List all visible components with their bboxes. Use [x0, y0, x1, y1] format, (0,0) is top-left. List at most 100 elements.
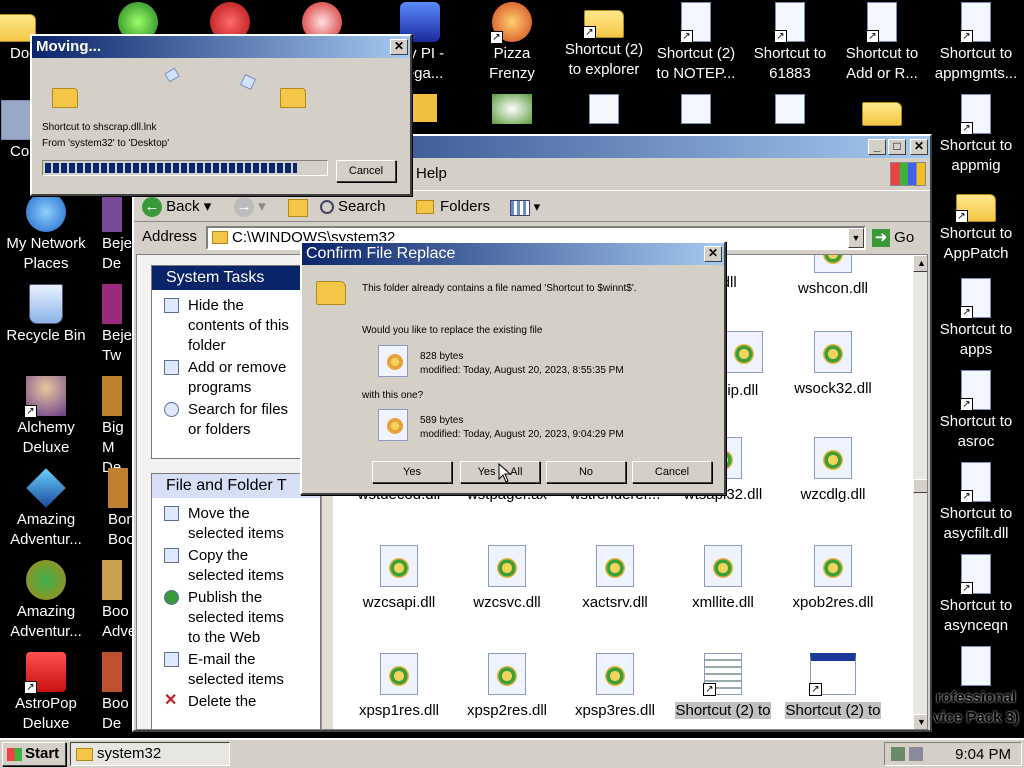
shortcut-arrow-icon: ↗	[960, 122, 973, 135]
dll-file-icon	[589, 94, 619, 124]
notepad-icon: ↗	[680, 2, 711, 43]
system-tasks-heading[interactable]: System Tasks	[152, 266, 320, 290]
desktop-icon-beje-1[interactable]: Beje De	[78, 192, 138, 274]
network-tray-icon[interactable]	[891, 747, 905, 761]
file-item-selected[interactable]: ↗ Shortcut (2) to	[779, 653, 887, 721]
astropop-icon: ↗	[24, 652, 66, 694]
yes-button[interactable]: Yes	[372, 461, 452, 483]
new-file-icon	[378, 409, 408, 441]
search-button[interactable]: Search	[320, 195, 386, 219]
gear-icon	[387, 354, 403, 370]
shortcut-arrow-icon: ↗	[680, 30, 693, 43]
file-item[interactable]: wshcon.dll	[779, 255, 887, 299]
shortcut-arrow-icon: ↗	[583, 26, 596, 39]
desktop-icon-shortcut-add-or-remove[interactable]: ↗ Shortcut to Add or R...	[836, 2, 928, 84]
task-add-remove[interactable]: Add or remove programs	[152, 358, 320, 398]
dll-file-icon: ↗	[960, 94, 991, 135]
desktop-icon-boo-2[interactable]: Boo De	[78, 652, 138, 734]
desktop-icon-flower[interactable]	[466, 94, 558, 126]
file-item[interactable]: xactsrv.dll	[561, 545, 669, 613]
desktop-icon-dll-b[interactable]	[650, 94, 742, 126]
task-copy[interactable]: Copy the selected items	[152, 546, 320, 586]
gear-icon	[823, 558, 843, 578]
minimize-button[interactable]: _	[868, 139, 886, 155]
maximize-button[interactable]: □	[888, 139, 906, 155]
file-item[interactable]: wzcsapi.dll	[345, 545, 453, 613]
cancel-button[interactable]: Cancel	[632, 461, 712, 483]
go-button[interactable]: ➜ Go	[872, 226, 914, 250]
gear-icon	[823, 450, 843, 470]
scroll-thumb[interactable]	[913, 479, 927, 493]
desktop-icon-amazing-1[interactable]: Amazing Adventur...	[0, 468, 92, 550]
file-item[interactable]: wzcsvc.dll	[453, 545, 561, 613]
desktop-icon-shortcut-asynceqn[interactable]: ↗ Shortcut to asynceqn	[930, 554, 1022, 636]
desktop-icon-dll-c[interactable]	[744, 94, 836, 126]
file-item[interactable]: xpsp1res.dll	[345, 653, 453, 721]
desktop-icon-bon[interactable]: Bon Boo	[84, 468, 138, 550]
volume-tray-icon[interactable]	[909, 747, 923, 761]
scroll-up-arrow[interactable]: ▲	[913, 255, 927, 272]
file-item[interactable]: wzcdlg.dll	[779, 437, 887, 505]
desktop-icon-pizza[interactable]: ↗ Pizza Frenzy	[466, 2, 558, 84]
folders-button[interactable]: Folders	[416, 195, 490, 219]
task-email[interactable]: E-mail the selected items	[152, 650, 320, 690]
dll-file-icon	[725, 331, 763, 373]
shortcut-arrow-icon: ↗	[960, 398, 973, 411]
desktop-icon-shortcut-asroc[interactable]: ↗ Shortcut to asroc	[930, 370, 1022, 452]
back-button[interactable]: ← Back ▾	[142, 195, 226, 219]
address-dropdown-button[interactable]: ▼	[848, 228, 864, 248]
taskbar-item-system32[interactable]: system32	[70, 742, 230, 766]
forward-button[interactable]: → ▾	[234, 195, 274, 219]
desktop-icon-shortcut-appmgmts[interactable]: ↗ Shortcut to appmgmts...	[930, 2, 1022, 84]
back-arrow-icon: ←	[142, 197, 162, 218]
close-button[interactable]: ✕	[910, 139, 928, 155]
moving-cancel-button[interactable]: Cancel	[336, 160, 396, 182]
desktop-icon-shortcut-61883[interactable]: ↗ Shortcut to 61883	[744, 2, 836, 84]
task-search-files[interactable]: Search for files or folders	[152, 400, 320, 440]
desktop-icon-folder-d[interactable]	[836, 94, 928, 128]
desktop-icon-shortcut-apps[interactable]: ↗ Shortcut to apps	[930, 278, 1022, 360]
scroll-down-arrow[interactable]: ▼	[913, 714, 927, 729]
no-button[interactable]: No	[546, 461, 626, 483]
dll-file-icon	[488, 653, 526, 695]
desktop-icon-boo-1[interactable]: Boo Adve	[78, 560, 138, 642]
bejeweled-icon	[102, 192, 122, 232]
desktop-icon-bigm[interactable]: Big M De	[78, 376, 138, 478]
file-item[interactable]: xpob2res.dll	[779, 545, 887, 613]
move-icon	[164, 506, 179, 521]
moving-titlebar[interactable]: Moving... ✕	[32, 36, 410, 58]
task-hide-contents[interactable]: Hide the contents of this folder	[152, 296, 320, 356]
task-delete[interactable]: ✕ Delete the	[152, 692, 320, 712]
dll-file-icon: ↗	[960, 278, 991, 319]
up-folder-icon[interactable]	[288, 199, 308, 217]
start-button[interactable]: Start	[2, 742, 66, 766]
folder-icon	[862, 102, 902, 126]
dll-file-icon: ↗	[774, 2, 805, 43]
desktop-icon-shortcut-explorer[interactable]: ↗ Shortcut (2) to explorer	[558, 2, 650, 80]
existing-file-icon	[378, 345, 408, 377]
desktop-icon-beje-2[interactable]: Beje Tw	[78, 284, 138, 366]
desktop-icon-shortcut-appmig[interactable]: ↗ Shortcut to appmig	[930, 94, 1022, 176]
dll-file-icon	[775, 94, 805, 124]
close-button[interactable]: ✕	[390, 39, 408, 55]
views-button[interactable]: ▾	[510, 195, 550, 219]
address-label: Address	[142, 228, 198, 245]
desktop-icon-shortcut-notepad[interactable]: ↗ Shortcut (2) to NOTEP...	[650, 2, 742, 84]
desktop-icon-shortcut-asycfilt[interactable]: ↗ Shortcut to asycfilt.dll	[930, 462, 1022, 544]
file-list-scrollbar[interactable]: ▲ ▼	[913, 255, 927, 729]
menu-help[interactable]: Help	[416, 165, 447, 182]
file-item[interactable]: xpsp3res.dll	[561, 653, 669, 721]
desktop-icon-dll-a[interactable]	[558, 94, 650, 126]
confirm-titlebar[interactable]: Confirm File Replace ✕	[302, 243, 724, 265]
close-button[interactable]: ✕	[704, 246, 722, 262]
file-item[interactable]: xpsp2res.dll	[453, 653, 561, 721]
desktop-icon-professional[interactable]: rofessional vice Pack 3)	[930, 646, 1022, 728]
desktop-icon-shortcut-apppatch[interactable]: ↗ Shortcut to AppPatch	[930, 186, 1022, 264]
file-item[interactable]: wsock32.dll	[779, 331, 887, 399]
file-item[interactable]: xmllite.dll	[669, 545, 777, 613]
file-item-selected[interactable]: ↗ Shortcut (2) to	[669, 653, 777, 721]
dll-file-icon	[814, 331, 852, 373]
task-publish[interactable]: Publish the selected items to the Web	[152, 588, 320, 648]
file-tasks-heading[interactable]: File and Folder T	[152, 474, 320, 498]
task-move[interactable]: Move the selected items	[152, 504, 320, 544]
